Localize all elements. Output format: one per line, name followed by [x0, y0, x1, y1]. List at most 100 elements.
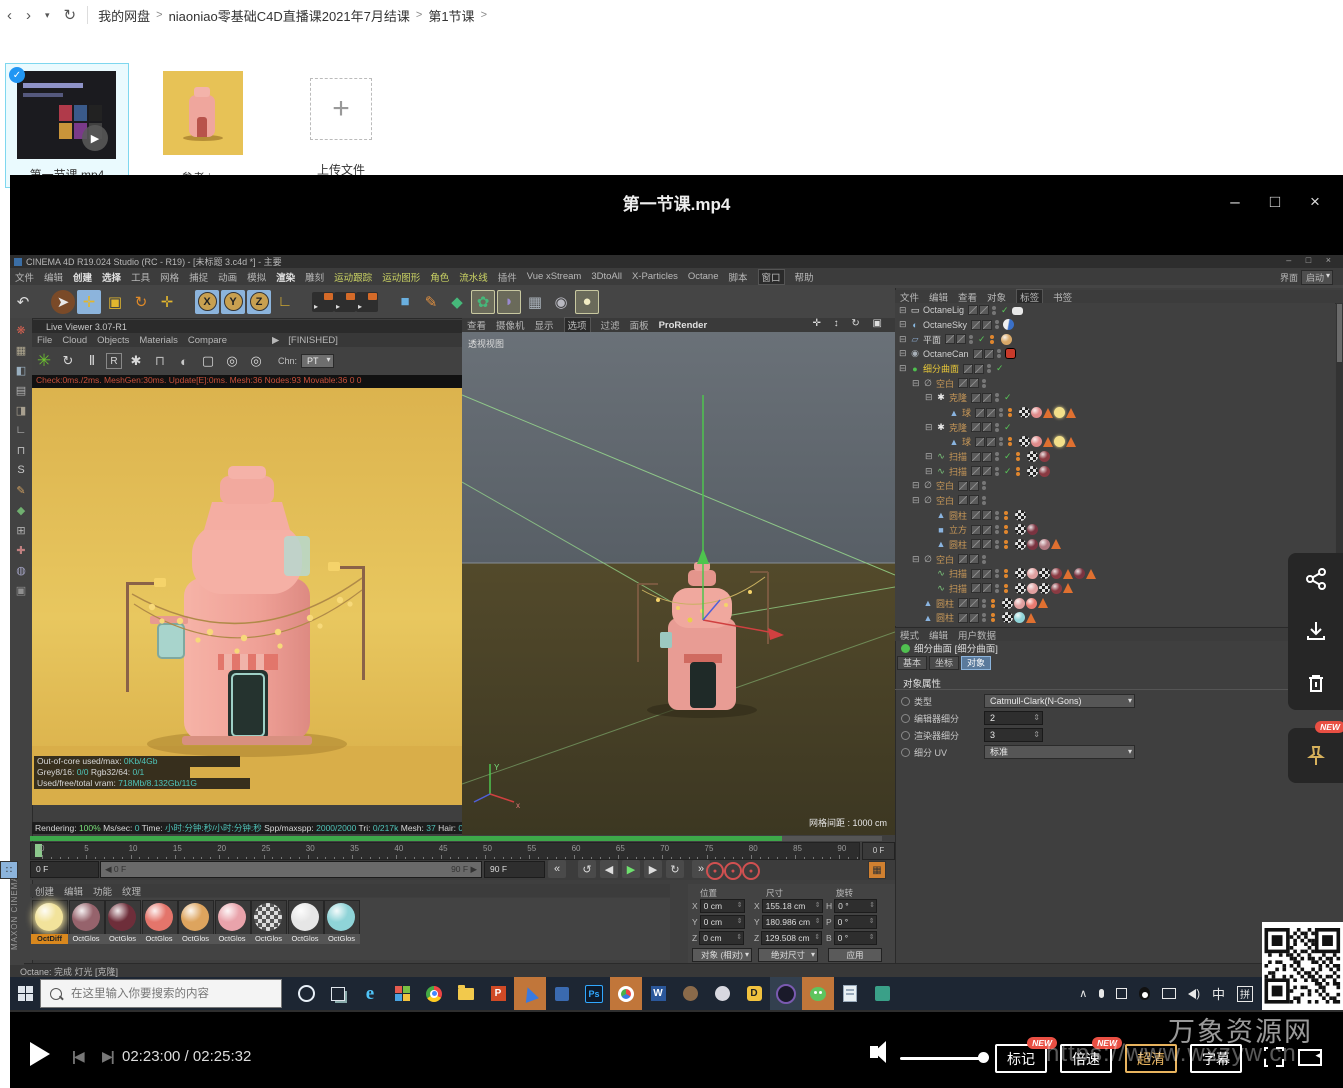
fullscreen-icon[interactable]	[1264, 1047, 1284, 1067]
player-button-字幕[interactable]: 字幕	[1190, 1044, 1242, 1073]
next-button[interactable]: ▶|	[102, 1048, 113, 1065]
palette-disc-icon[interactable]: ◍	[13, 562, 29, 578]
c4d-menu-文件[interactable]: 文件	[15, 270, 34, 284]
texture-tag-icon[interactable]	[1015, 568, 1026, 579]
octane-tag-icon[interactable]	[1003, 583, 1014, 594]
phong-tag-icon[interactable]	[1086, 569, 1096, 579]
attribute-dropdown[interactable]: 标准	[984, 745, 1135, 759]
coord-mode-dropdown[interactable]: 对象 (相对)	[692, 948, 752, 962]
layer-toggle[interactable]	[971, 320, 981, 330]
object-row[interactable]: ∿扫描	[925, 581, 1073, 595]
c4d-menu-Octane[interactable]: Octane	[688, 271, 719, 282]
taskbar-app-blue-app[interactable]	[546, 977, 578, 1010]
palette-box-icon[interactable]: ▣	[13, 582, 29, 598]
record-keyframe-icon[interactable]: ●	[706, 862, 724, 880]
loop-back-icon[interactable]: ↺	[578, 860, 596, 878]
am-menu-用户数据[interactable]: 用户数据	[958, 628, 996, 642]
rotate-tool-icon[interactable]: ↻	[129, 290, 153, 314]
render-toggle[interactable]	[979, 305, 989, 315]
phong-tag-icon[interactable]	[1063, 569, 1073, 579]
light-material-tag-icon[interactable]	[1054, 436, 1065, 447]
viewport-menu-选项[interactable]: 选项	[564, 317, 591, 333]
visibility-dots[interactable]	[995, 510, 1000, 520]
material-swatch[interactable]: OctGlos	[178, 900, 214, 936]
octane-tag-icon[interactable]	[1007, 407, 1018, 418]
player-button-倍速[interactable]: 倍速NEW	[1060, 1044, 1112, 1073]
material-menu-纹理[interactable]: 纹理	[122, 884, 141, 898]
layer-toggle[interactable]	[975, 408, 985, 418]
c4d-menu-插件[interactable]: 插件	[498, 270, 517, 284]
palette-s-icon[interactable]: S	[13, 462, 29, 478]
c4d-menu-帮助[interactable]: 帮助	[795, 270, 814, 284]
microphone-icon[interactable]	[1099, 989, 1104, 998]
layer-toggle[interactable]	[973, 349, 983, 359]
palette-cube-icon[interactable]: ▦	[13, 342, 29, 358]
render-settings-icon[interactable]: ▸	[334, 292, 356, 312]
coord-input[interactable]: 180.986 cm	[762, 915, 823, 929]
object-row[interactable]: ▲圆柱	[912, 596, 1048, 610]
c4d-menu-运动跟踪[interactable]: 运动跟踪	[334, 270, 372, 284]
object-row[interactable]: ▲圆柱	[925, 537, 1061, 551]
visibility-dots[interactable]	[995, 569, 1000, 579]
taskbar-app-cinema4d[interactable]	[770, 977, 802, 1010]
layer-toggle[interactable]	[968, 305, 978, 315]
c4d-menu-渲染[interactable]: 渲染	[276, 270, 295, 284]
video-thumbnail[interactable]: ▶	[17, 71, 116, 159]
visibility-dots[interactable]	[982, 495, 987, 505]
timeline-scrubber[interactable]: ◀ 0 F90 F ▶	[100, 861, 482, 878]
lv-menu-Materials[interactable]: Materials	[139, 335, 178, 346]
visibility-dots[interactable]	[995, 525, 1000, 535]
object-row[interactable]: ⊟✱克隆✓	[925, 420, 1014, 434]
material-tag-icon[interactable]	[1031, 436, 1042, 447]
render-toggle[interactable]	[974, 364, 984, 374]
viewport-menu-查看[interactable]: 查看	[467, 318, 486, 332]
material-tag-icon[interactable]	[1027, 524, 1038, 535]
object-row[interactable]: ▲球	[938, 435, 1076, 449]
render-toggle[interactable]	[969, 598, 979, 608]
expand-toggle-icon[interactable]: ⊟	[925, 392, 935, 403]
deformer-icon[interactable]: ◗	[497, 290, 521, 314]
lv-menu-Compare[interactable]: Compare	[188, 335, 227, 346]
upload-file-card[interactable]: + 上传文件	[285, 65, 397, 178]
octane-logo-icon[interactable]: ✳	[34, 351, 54, 371]
layer-toggle[interactable]	[971, 466, 981, 476]
octane-tag-icon[interactable]	[1003, 568, 1014, 579]
scale-tool-icon[interactable]: ▣	[103, 290, 127, 314]
object-row[interactable]: ∿扫描	[925, 567, 1096, 581]
taskbar-app-colored-grid[interactable]	[386, 977, 418, 1010]
layer-toggle[interactable]	[975, 437, 985, 447]
ime-mode-icon[interactable]: 拼	[1237, 986, 1253, 1002]
visibility-dots[interactable]	[995, 320, 1000, 330]
axis-y-icon[interactable]: Y	[221, 290, 245, 314]
visibility-dots[interactable]	[999, 408, 1004, 418]
step-forward-icon[interactable]: ▶	[644, 860, 662, 878]
phong-tag-icon[interactable]	[1066, 408, 1076, 418]
texture-tag-icon[interactable]	[1019, 436, 1030, 447]
layer-toggle[interactable]	[971, 525, 981, 535]
delete-button[interactable]	[1288, 657, 1343, 709]
expand-toggle-icon[interactable]: ⊟	[912, 554, 922, 565]
upload-plus-icon[interactable]: +	[310, 78, 372, 140]
octane-tag-icon[interactable]	[1003, 539, 1014, 550]
material-ball-icon[interactable]: ◐	[174, 351, 194, 371]
octane-tag-icon[interactable]	[1003, 524, 1014, 535]
player-button-超清[interactable]: 超清	[1125, 1044, 1177, 1073]
texture-tag-icon[interactable]	[1015, 583, 1026, 594]
om-menu-文件[interactable]: 文件	[900, 290, 919, 304]
taskbar-app-cortana[interactable]	[290, 977, 322, 1010]
interface-selector[interactable]: 界面 启动	[1280, 270, 1333, 285]
keyframe-panel-icon[interactable]: ▦	[868, 861, 886, 879]
visibility-dots[interactable]	[995, 539, 1000, 549]
attribute-tab-对象[interactable]: 对象	[961, 656, 991, 670]
refresh-icon[interactable]: ↻	[64, 6, 77, 24]
camera-tag-icon[interactable]	[1005, 348, 1016, 359]
taskbar-app-baidu-netdisk[interactable]	[610, 977, 642, 1010]
c4d-menu-X-Particles[interactable]: X-Particles	[632, 271, 678, 282]
share-button[interactable]	[1288, 553, 1343, 605]
taskbar-app-edge[interactable]: e	[354, 977, 386, 1010]
lv-play-icon[interactable]: ▶	[272, 335, 279, 346]
coord-input[interactable]: 155.18 cm	[762, 899, 823, 913]
attribute-tab-坐标[interactable]: 坐标	[929, 656, 959, 670]
material-tag-icon[interactable]	[1031, 407, 1042, 418]
palette-lock-icon[interactable]: ⊓	[13, 442, 29, 458]
